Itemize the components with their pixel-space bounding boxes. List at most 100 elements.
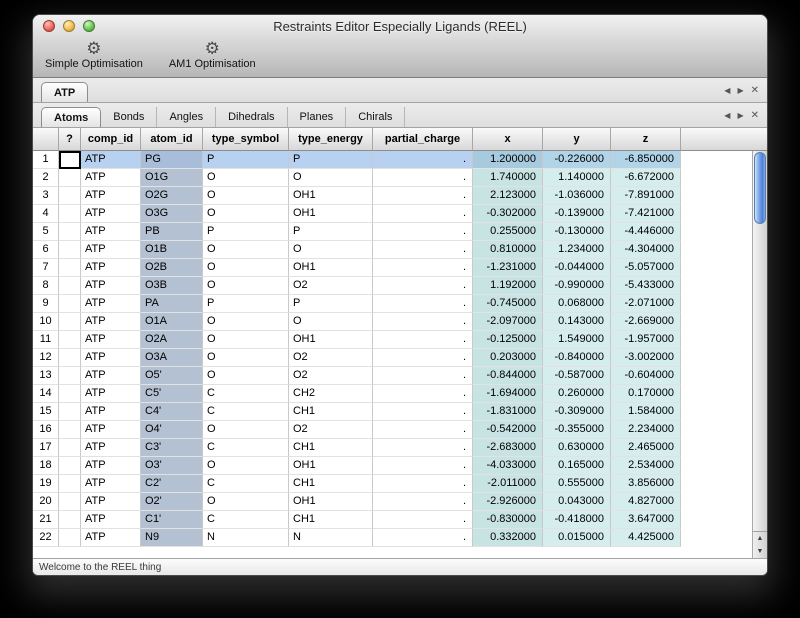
cell-comp-id[interactable]: ATP: [81, 313, 141, 331]
cell-x[interactable]: -2.097000: [473, 313, 543, 331]
cell-comp-id[interactable]: ATP: [81, 223, 141, 241]
cell-flag[interactable]: [59, 403, 81, 421]
cell-atom-id[interactable]: O3': [141, 457, 203, 475]
cell-type-energy[interactable]: O2: [289, 349, 373, 367]
cell-y[interactable]: 0.015000: [543, 529, 611, 547]
cell-partial-charge[interactable]: .: [373, 511, 473, 529]
cell-atom-id[interactable]: C3': [141, 439, 203, 457]
cell-x[interactable]: 1.192000: [473, 277, 543, 295]
cell-comp-id[interactable]: ATP: [81, 511, 141, 529]
cell-partial-charge[interactable]: .: [373, 277, 473, 295]
cell-y[interactable]: 0.260000: [543, 385, 611, 403]
cell-z[interactable]: 4.425000: [611, 529, 681, 547]
cell-comp-id[interactable]: ATP: [81, 367, 141, 385]
cell-type-energy[interactable]: CH1: [289, 511, 373, 529]
cell-flag[interactable]: [59, 385, 81, 403]
cell-z[interactable]: 2.234000: [611, 421, 681, 439]
cell-y[interactable]: -0.418000: [543, 511, 611, 529]
cell-type-symbol[interactable]: O: [203, 367, 289, 385]
cell-flag[interactable]: [59, 421, 81, 439]
cell-y[interactable]: 0.043000: [543, 493, 611, 511]
cell-type-symbol[interactable]: O: [203, 205, 289, 223]
cell-comp-id[interactable]: ATP: [81, 349, 141, 367]
simple-optimisation-button[interactable]: ⚙ Simple Optimisation: [45, 40, 143, 70]
cell-type-energy[interactable]: OH1: [289, 205, 373, 223]
cell-atom-id[interactable]: O2': [141, 493, 203, 511]
cell-z[interactable]: 1.584000: [611, 403, 681, 421]
table-row[interactable]: 22ATPN9NN.0.3320000.0150004.425000: [33, 529, 752, 547]
cell-partial-charge[interactable]: .: [373, 295, 473, 313]
cell-type-symbol[interactable]: C: [203, 475, 289, 493]
cell-flag[interactable]: [59, 151, 81, 169]
tab-chirals[interactable]: Chirals: [346, 107, 405, 127]
cell-z[interactable]: -5.433000: [611, 277, 681, 295]
tab-angles[interactable]: Angles: [157, 107, 216, 127]
cell-flag[interactable]: [59, 205, 81, 223]
col-header-atom-id[interactable]: atom_id: [141, 128, 203, 151]
cell-partial-charge[interactable]: .: [373, 421, 473, 439]
cell-atom-id[interactable]: O1B: [141, 241, 203, 259]
cell-flag[interactable]: [59, 313, 81, 331]
cell-y[interactable]: 0.068000: [543, 295, 611, 313]
cell-flag[interactable]: [59, 475, 81, 493]
cell-type-energy[interactable]: CH1: [289, 439, 373, 457]
cell-x[interactable]: 0.332000: [473, 529, 543, 547]
cell-atom-id[interactable]: O1A: [141, 313, 203, 331]
cell-comp-id[interactable]: ATP: [81, 439, 141, 457]
cell-type-energy[interactable]: CH1: [289, 403, 373, 421]
close-tab-icon[interactable]: ✕: [751, 110, 759, 121]
cell-flag[interactable]: [59, 457, 81, 475]
cell-z[interactable]: -4.304000: [611, 241, 681, 259]
cell-x[interactable]: -0.302000: [473, 205, 543, 223]
cell-y[interactable]: -0.044000: [543, 259, 611, 277]
cell-partial-charge[interactable]: .: [373, 223, 473, 241]
cell-comp-id[interactable]: ATP: [81, 187, 141, 205]
col-header-comp-id[interactable]: comp_id: [81, 128, 141, 151]
cell-atom-id[interactable]: C1': [141, 511, 203, 529]
cell-flag[interactable]: [59, 169, 81, 187]
vertical-scrollbar[interactable]: ▲ ▼: [752, 151, 767, 558]
cell-x[interactable]: -1.831000: [473, 403, 543, 421]
cell-z[interactable]: -4.446000: [611, 223, 681, 241]
cell-comp-id[interactable]: ATP: [81, 457, 141, 475]
scrollbar-thumb[interactable]: [754, 152, 766, 224]
cell-x[interactable]: -0.542000: [473, 421, 543, 439]
cell-z[interactable]: -1.957000: [611, 331, 681, 349]
cell-flag[interactable]: [59, 223, 81, 241]
cell-atom-id[interactable]: PB: [141, 223, 203, 241]
cell-type-energy[interactable]: CH1: [289, 475, 373, 493]
cell-y[interactable]: 1.140000: [543, 169, 611, 187]
cell-atom-id[interactable]: O2G: [141, 187, 203, 205]
table-row[interactable]: 10ATPO1AOO.-2.0970000.143000-2.669000: [33, 313, 752, 331]
cell-comp-id[interactable]: ATP: [81, 385, 141, 403]
table-row[interactable]: 2ATPO1GOO.1.7400001.140000-6.672000: [33, 169, 752, 187]
cell-type-energy[interactable]: O2: [289, 367, 373, 385]
cell-x[interactable]: 1.200000: [473, 151, 543, 169]
cell-z[interactable]: -7.891000: [611, 187, 681, 205]
table-row[interactable]: 7ATPO2BOOH1.-1.231000-0.044000-5.057000: [33, 259, 752, 277]
cell-type-symbol[interactable]: C: [203, 385, 289, 403]
cell-x[interactable]: -2.926000: [473, 493, 543, 511]
cell-comp-id[interactable]: ATP: [81, 529, 141, 547]
cell-z[interactable]: -6.850000: [611, 151, 681, 169]
cell-type-symbol[interactable]: P: [203, 295, 289, 313]
cell-z[interactable]: -7.421000: [611, 205, 681, 223]
cell-comp-id[interactable]: ATP: [81, 493, 141, 511]
cell-comp-id[interactable]: ATP: [81, 475, 141, 493]
table-row[interactable]: 3ATPO2GOOH1.2.123000-1.036000-7.891000: [33, 187, 752, 205]
table-row[interactable]: 6ATPO1BOO.0.8100001.234000-4.304000: [33, 241, 752, 259]
table-row[interactable]: 20ATPO2'OOH1.-2.9260000.0430004.827000: [33, 493, 752, 511]
cell-type-energy[interactable]: O2: [289, 421, 373, 439]
cell-type-energy[interactable]: OH1: [289, 457, 373, 475]
cell-x[interactable]: -0.125000: [473, 331, 543, 349]
cell-atom-id[interactable]: O5': [141, 367, 203, 385]
cell-x[interactable]: -0.830000: [473, 511, 543, 529]
cell-flag[interactable]: [59, 349, 81, 367]
cell-flag[interactable]: [59, 493, 81, 511]
cell-type-symbol[interactable]: O: [203, 277, 289, 295]
close-tab-icon[interactable]: ✕: [751, 85, 759, 96]
cell-atom-id[interactable]: O3A: [141, 349, 203, 367]
cell-partial-charge[interactable]: .: [373, 187, 473, 205]
cell-partial-charge[interactable]: .: [373, 313, 473, 331]
cell-comp-id[interactable]: ATP: [81, 421, 141, 439]
